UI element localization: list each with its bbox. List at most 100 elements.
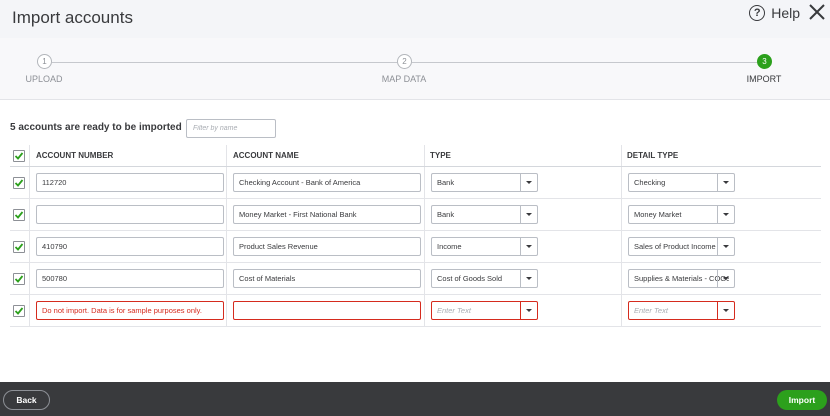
caret-down-icon (723, 309, 729, 312)
type-select[interactable]: Cost of Goods Sold (431, 269, 538, 288)
column-divider (621, 295, 622, 326)
detail-type-select[interactable]: Sales of Product Income (628, 237, 735, 256)
step-1-circle: 1 (37, 54, 52, 69)
account-number-field[interactable]: 410790 (36, 237, 224, 256)
dropdown-toggle[interactable] (717, 238, 734, 255)
step-3-circle: 3 (757, 54, 772, 69)
dropdown-toggle[interactable] (520, 174, 537, 191)
account-name-field[interactable]: Cost of Materials (233, 269, 421, 288)
column-header-account-number: ACCOUNT NUMBER (36, 151, 114, 160)
dropdown-toggle[interactable] (520, 302, 537, 319)
table-row: 410790 Product Sales Revenue Income Sale… (10, 231, 821, 263)
step-2-circle: 2 (397, 54, 412, 69)
step-connector (52, 62, 397, 63)
import-button[interactable]: Import (777, 390, 827, 410)
caret-down-icon (526, 181, 532, 184)
column-divider (621, 263, 622, 294)
dropdown-toggle[interactable] (717, 174, 734, 191)
account-name-field[interactable]: Product Sales Revenue (233, 237, 421, 256)
column-divider (621, 199, 622, 230)
column-divider (29, 145, 30, 166)
select-all-checkbox[interactable] (13, 150, 25, 162)
close-icon[interactable] (807, 2, 827, 22)
table-row: Do not import. Data is for sample purpos… (10, 295, 821, 327)
checkmark-icon (14, 211, 24, 219)
caret-down-icon (723, 245, 729, 248)
type-select-error[interactable]: Enter Text (431, 301, 538, 320)
dropdown-toggle[interactable] (717, 302, 734, 319)
row-checkbox[interactable] (13, 177, 25, 189)
column-header-type: TYPE (430, 151, 451, 160)
back-button[interactable]: Back (3, 390, 50, 410)
detail-type-select[interactable]: Supplies & Materials - COGS (628, 269, 735, 288)
type-select-value: Bank (437, 178, 455, 187)
type-select-placeholder: Enter Text (437, 306, 471, 315)
type-select[interactable]: Income (431, 237, 538, 256)
column-divider (226, 199, 227, 230)
column-divider (29, 263, 30, 294)
table-row: 112720 Checking Account - Bank of Americ… (10, 167, 821, 199)
checkmark-icon (14, 307, 24, 315)
detail-type-select[interactable]: Checking (628, 173, 735, 192)
detail-type-select-value: Supplies & Materials - COGS (634, 274, 729, 283)
help-button[interactable]: ? Help (749, 5, 800, 21)
caret-down-icon (723, 181, 729, 184)
column-divider (424, 295, 425, 326)
row-checkbox[interactable] (13, 305, 25, 317)
detail-type-select-error[interactable]: Enter Text (628, 301, 735, 320)
import-stepper: 1 UPLOAD 2 MAP DATA 3 IMPORT (0, 38, 830, 100)
dropdown-toggle[interactable] (520, 270, 537, 287)
column-divider (424, 145, 425, 166)
caret-down-icon (723, 277, 729, 280)
import-panel: 5 accounts are ready to be imported ACCO… (0, 100, 830, 382)
account-name-field-error[interactable] (233, 301, 421, 320)
column-divider (226, 295, 227, 326)
detail-type-select[interactable]: Money Market (628, 205, 735, 224)
account-number-field[interactable]: 112720 (36, 173, 224, 192)
column-divider (621, 167, 622, 198)
step-2-label: MAP DATA (381, 74, 427, 84)
checkmark-icon (14, 179, 24, 187)
filter-by-name-input[interactable] (186, 119, 276, 138)
account-number-field[interactable]: 500780 (36, 269, 224, 288)
type-select-value: Income (437, 242, 462, 251)
column-divider (424, 167, 425, 198)
row-checkbox[interactable] (13, 273, 25, 285)
dropdown-toggle[interactable] (520, 238, 537, 255)
account-name-field[interactable]: Money Market - First National Bank (233, 205, 421, 224)
accounts-table: ACCOUNT NUMBER ACCOUNT NAME TYPE DETAIL … (10, 145, 821, 327)
account-name-field[interactable]: Checking Account - Bank of America (233, 173, 421, 192)
row-checkbox[interactable] (13, 209, 25, 221)
account-number-field-error[interactable]: Do not import. Data is for sample purpos… (36, 301, 224, 320)
column-divider (29, 199, 30, 230)
detail-type-select-value: Sales of Product Income (634, 242, 716, 251)
footer-bar: Back Import (0, 382, 830, 416)
caret-down-icon (526, 245, 532, 248)
detail-type-select-value: Money Market (634, 210, 682, 219)
dropdown-toggle[interactable] (717, 270, 734, 287)
table-header-row: ACCOUNT NUMBER ACCOUNT NAME TYPE DETAIL … (10, 145, 821, 167)
column-header-account-name: ACCOUNT NAME (233, 151, 299, 160)
caret-down-icon (526, 309, 532, 312)
column-divider (424, 231, 425, 262)
step-1-label: UPLOAD (25, 74, 63, 84)
type-select-value: Cost of Goods Sold (437, 274, 503, 283)
type-select[interactable]: Bank (431, 173, 538, 192)
ready-count-text: 5 accounts are ready to be imported (10, 122, 182, 133)
checkmark-icon (14, 152, 24, 160)
column-divider (29, 167, 30, 198)
caret-down-icon (526, 277, 532, 280)
header: Import accounts ? Help (0, 0, 830, 38)
dropdown-toggle[interactable] (717, 206, 734, 223)
row-checkbox[interactable] (13, 241, 25, 253)
detail-type-select-placeholder: Enter Text (634, 306, 668, 315)
help-label: Help (771, 5, 800, 21)
column-divider (226, 263, 227, 294)
caret-down-icon (723, 213, 729, 216)
column-divider (226, 231, 227, 262)
column-divider (226, 167, 227, 198)
type-select[interactable]: Bank (431, 205, 538, 224)
table-row: 500780 Cost of Materials Cost of Goods S… (10, 263, 821, 295)
dropdown-toggle[interactable] (520, 206, 537, 223)
account-number-field[interactable] (36, 205, 224, 224)
